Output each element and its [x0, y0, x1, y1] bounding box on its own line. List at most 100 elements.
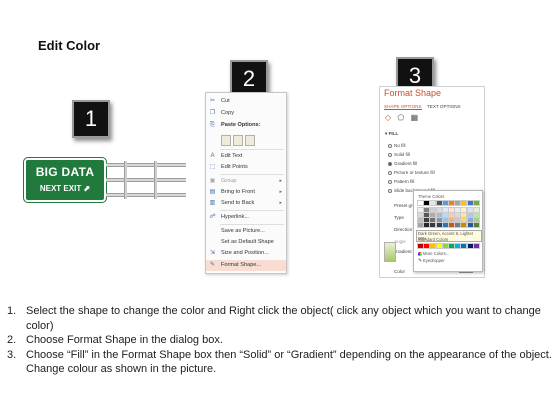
menu-item-edit-points[interactable]: ⬚ Edit Points: [206, 162, 286, 173]
color-swatch[interactable]: [417, 217, 424, 223]
radio-no-fill[interactable]: No fill: [388, 143, 406, 148]
menu-item-copy[interactable]: ❐ Copy: [206, 108, 286, 119]
menu-item-format-shape[interactable]: ✎ Format Shape...: [206, 260, 286, 271]
radio-pattern-fill[interactable]: Pattern fill: [388, 179, 414, 184]
color-swatch[interactable]: [454, 243, 462, 249]
color-swatch[interactable]: [435, 212, 443, 218]
color-swatch[interactable]: [466, 243, 474, 249]
color-swatch[interactable]: [466, 200, 474, 206]
color-swatch[interactable]: [447, 200, 455, 206]
color-swatch[interactable]: [472, 222, 480, 228]
paste-picture-icon[interactable]: [233, 135, 243, 146]
big-data-sign[interactable]: BIG DATA NEXT EXIT ⬈: [22, 157, 186, 205]
color-swatch[interactable]: [441, 207, 449, 213]
color-swatch[interactable]: [429, 207, 437, 213]
color-swatch[interactable]: [460, 217, 468, 223]
color-swatch[interactable]: [423, 212, 431, 218]
color-swatch[interactable]: [417, 243, 424, 249]
size-position-icon: ⇲: [209, 250, 216, 256]
color-swatch[interactable]: [466, 207, 474, 213]
color-swatch[interactable]: [417, 212, 424, 218]
menu-item-send-to-back[interactable]: ▥ Send to Back ▸: [206, 198, 286, 209]
color-swatch[interactable]: [441, 217, 449, 223]
color-swatch[interactable]: [472, 207, 480, 213]
color-swatch[interactable]: [423, 243, 431, 249]
fill-section-header[interactable]: ▾ FILL: [385, 131, 398, 137]
color-swatch[interactable]: [429, 200, 437, 206]
color-swatch[interactable]: [435, 200, 443, 206]
color-swatch[interactable]: [441, 243, 449, 249]
menu-item-label: Format Shape...: [221, 262, 262, 268]
color-swatch[interactable]: [466, 222, 474, 228]
color-swatch[interactable]: [447, 217, 455, 223]
menu-item-hyperlink[interactable]: ☍ Hyperlink...: [206, 212, 286, 223]
format-shape-icon: ✎: [209, 262, 216, 268]
color-swatch[interactable]: [429, 217, 437, 223]
color-swatch[interactable]: [447, 222, 455, 228]
color-swatch[interactable]: [423, 200, 431, 206]
more-colors-link[interactable]: More Colors...: [423, 251, 449, 256]
sign-board[interactable]: BIG DATA NEXT EXIT ⬈: [23, 157, 107, 203]
color-swatch[interactable]: [460, 207, 468, 213]
color-swatch[interactable]: [447, 212, 455, 218]
paste-keep-formatting-icon[interactable]: [221, 135, 231, 146]
color-swatch[interactable]: [460, 243, 468, 249]
menu-item-label: Hyperlink...: [221, 214, 249, 220]
color-swatch[interactable]: [460, 222, 468, 228]
color-swatch[interactable]: [441, 222, 449, 228]
tab-shape-options[interactable]: SHAPE OPTIONS: [384, 104, 422, 110]
gradient-stop-bar[interactable]: [384, 242, 396, 262]
direction-label: Direction: [394, 227, 413, 232]
radio-solid-fill[interactable]: Solid fill: [388, 152, 410, 157]
tab-text-options[interactable]: TEXT OPTIONS: [427, 104, 461, 109]
color-swatch[interactable]: [447, 207, 455, 213]
paste-text-only-icon[interactable]: [245, 135, 255, 146]
color-swatch[interactable]: [472, 217, 480, 223]
color-swatch[interactable]: [423, 222, 431, 228]
color-swatch[interactable]: [454, 207, 462, 213]
effects-icon[interactable]: ⬠: [397, 113, 404, 122]
size-properties-icon[interactable]: ▦: [411, 113, 419, 122]
instruction-item: 3. Choose “Fill” in the Format Shape box…: [7, 348, 552, 377]
menu-item-group[interactable]: ▣ Group ▸: [206, 176, 286, 187]
color-swatch[interactable]: [435, 217, 443, 223]
color-swatch[interactable]: [435, 243, 443, 249]
radio-picture-fill[interactable]: Picture or texture fill: [388, 170, 435, 175]
eyedropper-link[interactable]: Eyedropper: [423, 258, 445, 263]
radio-gradient-fill[interactable]: Gradient fill: [388, 161, 417, 166]
color-swatch[interactable]: [435, 222, 443, 228]
color-swatch[interactable]: [429, 243, 437, 249]
color-swatch[interactable]: [454, 212, 462, 218]
color-swatch[interactable]: [417, 207, 424, 213]
color-swatch[interactable]: [441, 200, 449, 206]
fill-line-icon[interactable]: ◇: [385, 113, 391, 122]
instruction-number: 1.: [7, 305, 17, 317]
color-swatch[interactable]: [472, 243, 480, 249]
color-swatch[interactable]: [466, 212, 474, 218]
color-swatch[interactable]: [417, 222, 424, 228]
menu-item-edit-text[interactable]: A Edit Text: [206, 151, 286, 162]
color-swatch[interactable]: [454, 200, 462, 206]
color-swatch[interactable]: [441, 212, 449, 218]
color-swatch[interactable]: [417, 200, 424, 206]
color-swatch[interactable]: [454, 222, 462, 228]
gantry-post: [124, 161, 127, 199]
color-swatch[interactable]: [423, 217, 431, 223]
menu-item-set-default-shape[interactable]: Set as Default Shape: [206, 237, 286, 248]
menu-item-size-and-position[interactable]: ⇲ Size and Position...: [206, 248, 286, 259]
color-swatch[interactable]: [447, 243, 455, 249]
menu-item-save-as-picture[interactable]: Save as Picture...: [206, 226, 286, 237]
color-swatch[interactable]: [460, 200, 468, 206]
color-swatch[interactable]: [472, 200, 480, 206]
menu-item-bring-to-front[interactable]: ▤ Bring to Front ▸: [206, 187, 286, 198]
color-swatch[interactable]: [429, 212, 437, 218]
color-swatch[interactable]: [435, 207, 443, 213]
color-swatch[interactable]: [472, 212, 480, 218]
color-swatch[interactable]: [466, 217, 474, 223]
color-swatch[interactable]: [460, 212, 468, 218]
color-swatch[interactable]: [423, 207, 431, 213]
color-swatch[interactable]: [429, 222, 437, 228]
instruction-item: 2. Choose Format Shape in the dialog box…: [7, 333, 552, 348]
menu-item-cut[interactable]: ✂ Cut: [206, 96, 286, 107]
color-swatch[interactable]: [454, 217, 462, 223]
